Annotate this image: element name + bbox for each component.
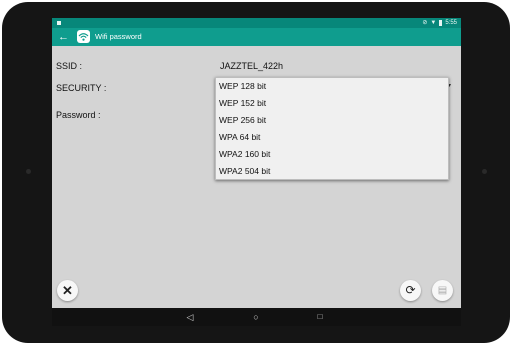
- security-option[interactable]: WEP 152 bit: [216, 95, 448, 112]
- security-option[interactable]: WPA2 160 bit: [216, 146, 448, 163]
- copy-icon: ▤: [437, 285, 448, 296]
- app-screen: ⊘ ▼ 5:55 ← Wifi password SSID : JAZZTEL_…: [52, 18, 461, 326]
- security-option[interactable]: WPA2 504 bit: [216, 163, 448, 180]
- front-camera: [26, 169, 31, 174]
- ssid-value: JAZZTEL_422h: [220, 61, 284, 71]
- nav-home-icon[interactable]: ○: [248, 308, 264, 326]
- status-bar: ⊘ ▼ 5:55: [52, 18, 461, 28]
- security-option[interactable]: WEP 256 bit: [216, 112, 448, 129]
- close-icon: ✕: [62, 283, 73, 298]
- refresh-button[interactable]: ⟳: [400, 280, 421, 301]
- nav-recent-apps-icon[interactable]: □: [312, 308, 328, 326]
- copy-button[interactable]: ▤: [432, 280, 453, 301]
- security-option[interactable]: WPA 64 bit: [216, 129, 448, 146]
- app-title: Wifi password: [95, 32, 142, 41]
- wifi-signal-icon: ▼: [430, 20, 437, 26]
- security-option[interactable]: WEP 128 bit: [216, 78, 448, 95]
- notification-icon: [57, 21, 61, 25]
- close-button[interactable]: ✕: [57, 280, 78, 301]
- battery-icon: [439, 20, 443, 26]
- navigation-bar: ◁ ○ □: [52, 308, 461, 326]
- nav-back-icon[interactable]: ◁: [182, 308, 198, 326]
- status-time: 5:55: [445, 20, 457, 26]
- alarm-icon: ⊘: [422, 20, 428, 26]
- security-dropdown: WEP 128 bit WEP 152 bit WEP 256 bit WPA …: [215, 77, 449, 180]
- security-label: SECURITY :: [56, 83, 107, 93]
- refresh-icon: ⟳: [405, 283, 416, 297]
- arrow-left-icon[interactable]: ←: [58, 29, 69, 45]
- front-sensor: [482, 169, 487, 174]
- app-bar: ← Wifi password: [52, 28, 461, 46]
- wifi-icon: [77, 30, 90, 43]
- password-label: Password :: [56, 110, 101, 120]
- ssid-label: SSID :: [56, 61, 83, 71]
